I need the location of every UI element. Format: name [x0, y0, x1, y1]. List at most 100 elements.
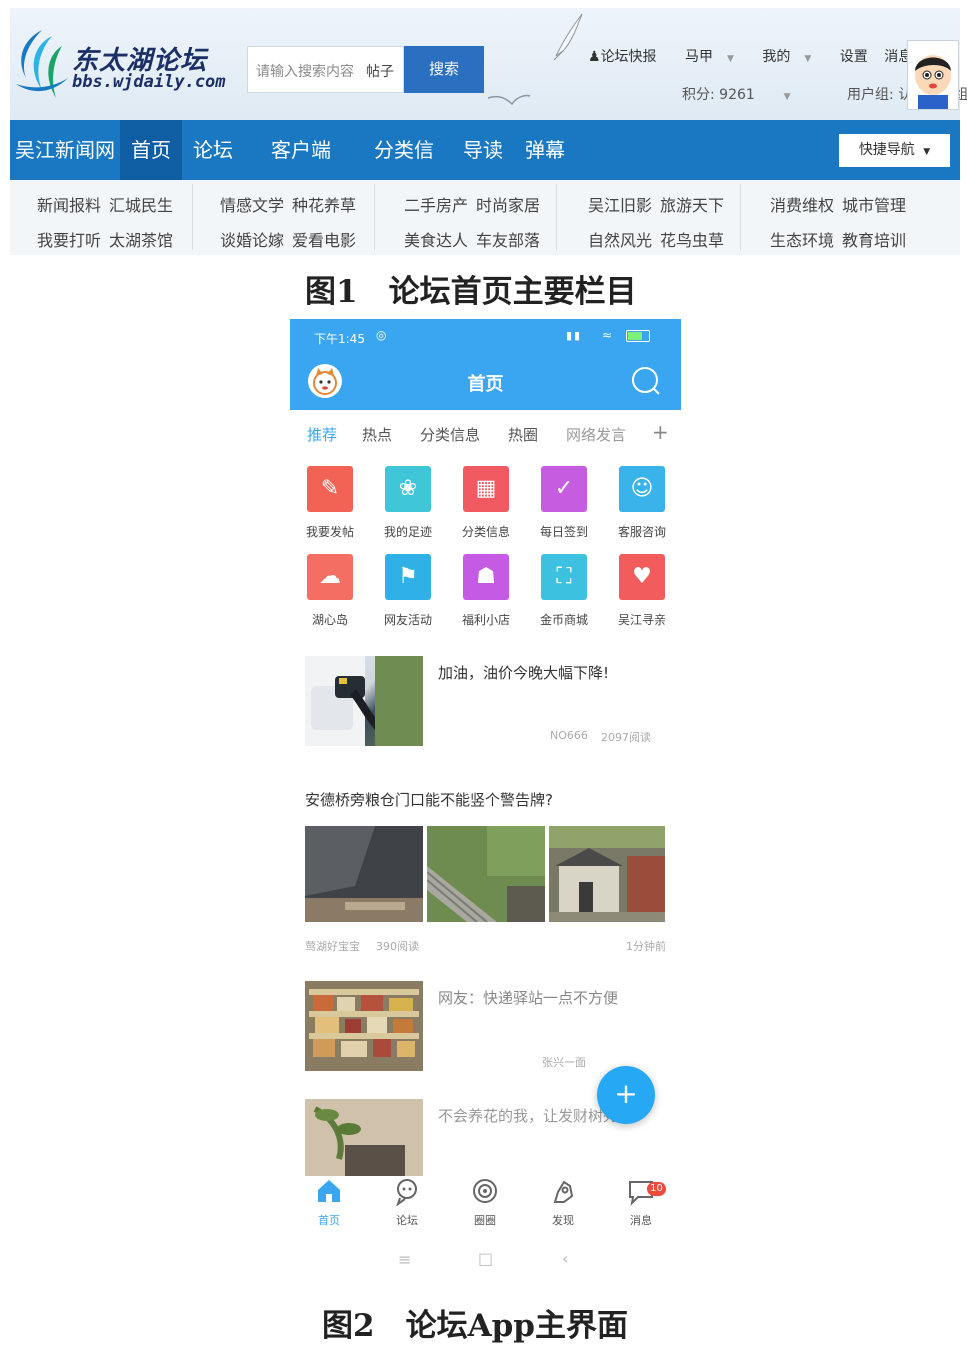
grid-label: 网友活动: [383, 613, 432, 627]
bottom-nav-home[interactable]: 首页: [299, 1176, 359, 1228]
search-button[interactable]: 搜索: [404, 46, 484, 93]
subnav-link[interactable]: 自然风光: [588, 227, 652, 251]
grid-item[interactable]: ⛶ 金币商城: [529, 554, 599, 628]
grid-item[interactable]: ✎ 我要发帖: [295, 466, 365, 540]
subnav-link[interactable]: 种花养草: [292, 192, 356, 216]
subnav-link[interactable]: 花鸟虫草: [660, 227, 724, 251]
grid-label: 我要发帖: [305, 525, 354, 539]
nav-client-app[interactable]: 客户端App: [254, 120, 348, 222]
post-title[interactable]: 加油，油价今晚大幅下降!: [438, 662, 609, 683]
island-icon: ☁: [307, 554, 353, 600]
subnav-link[interactable]: 谈婚论嫁: [220, 227, 284, 251]
grid-label: 我的足迹: [383, 525, 432, 539]
tab-recommend[interactable]: 推荐: [307, 424, 337, 445]
bottom-nav-label: 圈圈: [474, 1214, 496, 1227]
bottom-nav-discover[interactable]: 发现: [533, 1176, 593, 1228]
tab-hot-circle[interactable]: 热圈: [508, 424, 538, 445]
grid-item[interactable]: ❀ 我的足迹: [373, 466, 443, 540]
home-square-icon[interactable]: □: [478, 1249, 493, 1268]
settings-link[interactable]: 设置: [840, 49, 868, 65]
subnav-link[interactable]: 车友部落: [476, 227, 540, 251]
post-image-2[interactable]: [427, 826, 545, 922]
search-type-select[interactable]: 帖子: [366, 61, 394, 81]
nav-danmaku[interactable]: 弹幕: [522, 120, 568, 180]
bottom-nav-forum[interactable]: 论坛: [377, 1176, 437, 1228]
bottom-nav-messages[interactable]: 10 消息: [611, 1176, 671, 1228]
search-icon[interactable]: [630, 365, 662, 397]
points-link[interactable]: 积分: 9261 ▼: [682, 87, 817, 103]
create-post-fab[interactable]: +: [597, 1066, 655, 1124]
subnav-link[interactable]: 时尚家居: [476, 192, 540, 216]
grid-item[interactable]: ▦ 分类信息: [451, 466, 521, 540]
circle-icon: [473, 1179, 497, 1203]
grid-label: 分类信息: [461, 525, 510, 539]
grid-item[interactable]: ☗ 福利小店: [451, 554, 521, 628]
bottom-nav-circle[interactable]: 圈圈: [455, 1176, 515, 1228]
nav-home[interactable]: 首页: [120, 120, 182, 180]
mall-icon: ⛶: [541, 554, 587, 600]
nav-wujiang-news[interactable]: 吴江新闻网: [10, 120, 120, 180]
fuel-nozzle-image: [305, 656, 423, 746]
post-thumbnail[interactable]: [305, 1099, 423, 1177]
subnav-link[interactable]: 美食达人: [404, 227, 468, 251]
menu-icon[interactable]: ≡: [398, 1250, 411, 1269]
my-link[interactable]: 我的 ▼: [762, 49, 823, 65]
subnav-link[interactable]: 我要打听: [37, 227, 101, 251]
subnav-divider: [740, 184, 741, 250]
subnav-link[interactable]: 二手房产: [404, 192, 468, 216]
subnav-group-4: 吴江旧影 旅游天下 自然风光 花鸟虫草: [556, 180, 738, 255]
vest-link[interactable]: 马甲 ▼: [685, 49, 746, 65]
post-thumbnail[interactable]: [305, 656, 423, 746]
subnav-link[interactable]: 教育培训: [842, 227, 906, 251]
back-icon[interactable]: ‹: [562, 1249, 568, 1268]
nav-forum[interactable]: 论坛: [188, 120, 238, 180]
subnav-link[interactable]: 爱看电影: [292, 227, 356, 251]
subnav-link[interactable]: 生态环境: [770, 227, 834, 251]
figure-2-app-home: 下午1:45 ◎ ▮▮ ≈ 首页 推荐 热点 分类信息 热圈 网络发言 + ✎ …: [290, 319, 681, 1280]
post-time: 1分钟前: [626, 940, 666, 953]
search-input[interactable]: 请输入搜索内容 帖子: [247, 46, 404, 93]
tab-online-speech[interactable]: 网络发言: [566, 424, 626, 445]
tab-hot[interactable]: 热点: [362, 424, 392, 445]
add-tab-icon[interactable]: +: [652, 420, 669, 444]
quick-nav-button[interactable]: 快捷导航 ▼: [839, 134, 950, 167]
grid-label: 每日签到: [539, 525, 588, 539]
grid-label: 湖心岛: [311, 613, 348, 627]
post-title[interactable]: 网友：快递驿站一点不方便: [438, 987, 618, 1008]
subnav-link[interactable]: 情感文学: [220, 192, 284, 216]
grid-item[interactable]: ☺ 客服咨询: [607, 466, 677, 540]
seagull-icon: [553, 13, 583, 61]
subnav-link[interactable]: 旅游天下: [660, 192, 724, 216]
avatar[interactable]: [907, 40, 959, 110]
grid-item[interactable]: ⚑ 网友活动: [373, 554, 443, 628]
tab-classified[interactable]: 分类信息: [420, 424, 480, 445]
forum-news-link[interactable]: ♟论坛快报: [588, 49, 669, 65]
post-thumbnail[interactable]: [305, 981, 423, 1071]
app-header: 首页: [290, 355, 681, 410]
subnav-link[interactable]: 太湖茶馆: [109, 227, 173, 251]
subnav-link[interactable]: 城市管理: [842, 192, 906, 216]
calendar-check-icon: ✓: [541, 466, 587, 512]
shop-icon: ☗: [463, 554, 509, 600]
subnav-link[interactable]: 汇城民生: [109, 192, 173, 216]
parcel-shelves-image: [305, 981, 423, 1071]
nav-guide[interactable]: 导读: [460, 120, 506, 180]
logo-domain[interactable]: bbs.wjdaily.com: [72, 72, 226, 92]
subnav-link[interactable]: 新闻报料: [37, 192, 101, 216]
battery-icon: [626, 330, 650, 342]
subnav-link[interactable]: 吴江旧影: [588, 192, 652, 216]
bottom-nav-label: 首页: [318, 1214, 340, 1227]
warehouse-door-image: [305, 826, 423, 922]
post-title[interactable]: 安德桥旁粮仓门口能不能竖个警告牌?: [305, 789, 553, 810]
search-placeholder: 请输入搜索内容: [256, 64, 354, 80]
page-title: 首页: [467, 374, 504, 395]
grid-item[interactable]: ✓ 每日签到: [529, 466, 599, 540]
subnav-link[interactable]: 消费维权: [770, 192, 834, 216]
grid-label: 吴江寻亲: [617, 613, 666, 627]
post-image-1[interactable]: [305, 826, 423, 922]
nav-classified[interactable]: 分类信息: [366, 120, 442, 222]
grid-item[interactable]: ♥ 吴江寻亲: [607, 554, 677, 628]
discover-icon: [553, 1180, 574, 1203]
post-image-3[interactable]: [549, 826, 665, 922]
grid-item[interactable]: ☁ 湖心岛: [295, 554, 365, 628]
